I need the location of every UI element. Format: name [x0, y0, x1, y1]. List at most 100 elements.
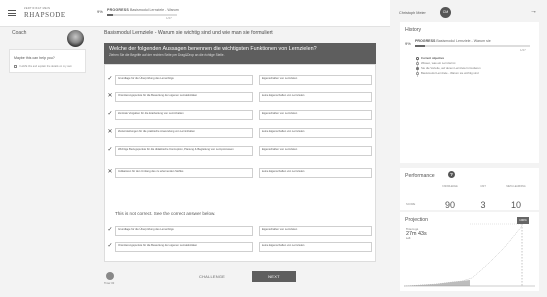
objective-item[interactable]: Basismodul Lernziele - Warum sie wichtig…: [415, 71, 535, 76]
logo-small: ZERTIFIKAT MEIN: [24, 7, 51, 10]
right-sidebar: Christoph Meier CM → History 9% PROGRESS…: [390, 0, 547, 297]
top-bar: ZERTIFIKAT MEIN RHAPSODE 9% PROGRESS Bas…: [0, 0, 390, 27]
page-title: Basismodul Lernziele - Warum sie wichtig…: [104, 30, 273, 36]
cross-icon: ✕: [107, 169, 113, 175]
drop-target-cell[interactable]: keine Eigenschaften von Lernzielen: [259, 128, 372, 138]
answer_rows-row: ✓ Zentrale Vorgaben für die Erarbeitung v…: [105, 109, 377, 120]
check-icon: ✓: [107, 227, 113, 233]
statement-cell: Orientierungspunkte für die Bewertung de…: [115, 92, 253, 102]
answer_rows-row: ✓ Wichtige Bezugspunkte für die didaktisc…: [105, 145, 377, 156]
projection-time-sub: Left: [406, 236, 411, 240]
drop-target-cell[interactable]: keine Eigenschaften von Lernzielen: [259, 168, 372, 178]
performance-header: META LEARNING: [506, 185, 526, 188]
statement-cell: Zielvorstellungen für die praktische Anw…: [115, 128, 253, 138]
question-instruction: Ziehen Sie die Begriffe auf der rechten …: [109, 53, 225, 58]
performance-header: KNOWLEDGE: [442, 185, 458, 188]
next-button[interactable]: NEXT: [252, 271, 296, 282]
performance-value: 90: [444, 200, 455, 210]
progress-percent: 9%: [97, 9, 103, 14]
history-course: Basismodul Lernziele - Warum sie: [436, 39, 491, 43]
performance-header: UNIT: [480, 185, 486, 188]
drop-target-cell[interactable]: Eigenschaften von Lernzielen: [259, 110, 372, 120]
objective-list: Current objective Wissen, was ein Lernzi…: [415, 56, 535, 77]
objective-label: Sie die Vorteile, auf denen Lernziele fo…: [421, 66, 481, 70]
user-avatar[interactable]: CM: [440, 7, 451, 18]
check-icon: ✓: [107, 147, 113, 153]
statement-cell: Indikatoren für den Umfang des zu erlern…: [115, 168, 253, 178]
incorrect-feedback: This is not correct. See the correct ans…: [115, 211, 216, 216]
performance-value: 3: [480, 200, 486, 210]
cross-icon: ✕: [107, 129, 113, 135]
coach-help-card: Maybe this can help you? I HAVE this and…: [9, 49, 86, 73]
answer_rows-row: ✕ Orientierungspunkte für die Bewertung d…: [105, 91, 377, 102]
coach-question: Maybe this can help you?: [14, 56, 55, 60]
history-progress-title: PROGRESS: [415, 39, 436, 43]
objective-label: Wissen, was ein Lernziel ist: [421, 61, 456, 65]
projection-target-flag: 100%: [517, 217, 529, 224]
history-progress-fill: [415, 45, 426, 47]
statement-cell: Wichtige Bezugspunkte für die didaktisch…: [115, 146, 253, 156]
arrow-right-icon[interactable]: →: [530, 8, 537, 15]
objective-dot-icon: [416, 57, 419, 60]
history-percent: 9%: [405, 41, 411, 46]
drop-target-cell[interactable]: Eigenschaften von Lernzielen: [259, 146, 372, 156]
drop-target-cell[interactable]: keine Eigenschaften von Lernzielen: [259, 242, 372, 252]
statement-cell: Zentrale Vorgaben für die Erarbeitung vo…: [115, 110, 253, 120]
checkbox-icon[interactable]: [14, 65, 17, 68]
projection-title: Projection: [405, 217, 429, 223]
history-title: History: [405, 27, 422, 33]
history-progress-label: PROGRESS Basismodul Lernziele - Warum si…: [415, 39, 491, 43]
objective-label: Basismodul Lernziele - Warum sie wichtig…: [421, 71, 479, 75]
cross-icon: ✕: [107, 93, 113, 99]
check-icon: ✓: [107, 243, 113, 249]
objective-dot-icon: [416, 67, 419, 70]
coach-panel: Coach Maybe this can help you? I HAVE th…: [0, 27, 93, 297]
answer-area: This is not correct. See the correct ans…: [104, 64, 376, 262]
history-progress-bar: [415, 45, 530, 47]
main-content: Basismodul Lernziele - Warum sie wichtig…: [93, 27, 390, 297]
correct_rows-row: ✓ Grundlage für die Überprüfung des Lerne…: [105, 225, 377, 236]
answer_rows-row: ✕ Indikatoren für den Umfang des zu erler…: [105, 167, 377, 178]
performance-panel: Performance ? KNOWLEDGE UNIT META LEARNI…: [400, 168, 539, 210]
progress-label: PROGRESS Basismodul Lernziele - Warum: [107, 8, 179, 12]
coach-title: Coach: [12, 30, 27, 36]
coach-option-label: I HAVE this and explain the details on m…: [19, 65, 72, 69]
progress-count: 1/27: [166, 16, 172, 20]
bottom-actions: Timer 00 CHALLENGE NEXT: [104, 270, 376, 290]
objective-dot-icon: [416, 62, 419, 65]
logo[interactable]: ZERTIFIKAT MEIN RHAPSODE: [24, 7, 84, 21]
logo-big: RHAPSODE: [24, 11, 66, 19]
answer_rows-row: ✓ Grundlage für die Überprüfung des Lerne…: [105, 74, 377, 85]
correct_rows-row: ✓ Orientierungspunkte für die Bewertung d…: [105, 241, 377, 252]
hamburger-menu-icon[interactable]: [8, 10, 16, 16]
statement-cell: Grundlage für die Überprüfung des Lerner…: [115, 75, 253, 85]
projection-area: [404, 280, 470, 286]
timer-label: Timer 00: [104, 282, 115, 285]
challenge-button[interactable]: CHALLENGE: [199, 274, 225, 279]
info-icon[interactable]: ?: [448, 171, 455, 178]
coach-avatar: [67, 30, 84, 47]
check-icon: ✓: [107, 76, 113, 82]
drop-target-cell[interactable]: Eigenschaften von Lernzielen: [259, 226, 372, 236]
objective-label: Current objective: [421, 56, 445, 60]
performance-row-label: SCORE: [406, 203, 416, 206]
check-icon: ✓: [107, 111, 113, 117]
history-count: 1/27: [520, 48, 526, 52]
user-name[interactable]: Christoph Meier: [399, 11, 426, 15]
timer-icon: [106, 272, 114, 280]
projection-time: Time to go 27m 43s Left: [406, 228, 428, 241]
objective-dot-icon: [416, 72, 419, 75]
drop-target-cell[interactable]: keine Eigenschaften von Lernzielen: [259, 92, 372, 102]
coach-option[interactable]: I HAVE this and explain the details on m…: [14, 65, 72, 68]
question-text: Welche der folgenden Aussagen benennen d…: [109, 46, 317, 52]
question-banner: Welche der folgenden Aussagen benennen d…: [104, 43, 376, 64]
answer_rows-row: ✕ Zielvorstellungen für die praktische An…: [105, 127, 377, 138]
statement-cell: Orientierungspunkte für die Bewertung de…: [115, 242, 253, 252]
progress-label-title: PROGRESS: [107, 8, 129, 12]
history-panel: History 9% PROGRESS Basismodul Lernziele…: [400, 22, 539, 163]
projection-panel: Projection Time to go 27m 43s Left 100%: [400, 212, 539, 291]
drop-target-cell[interactable]: Eigenschaften von Lernzielen: [259, 75, 372, 85]
progress-course: Basismodul Lernziele - Warum: [129, 8, 179, 12]
performance-value: 10: [510, 200, 521, 210]
progress-bar-fill: [107, 14, 114, 16]
